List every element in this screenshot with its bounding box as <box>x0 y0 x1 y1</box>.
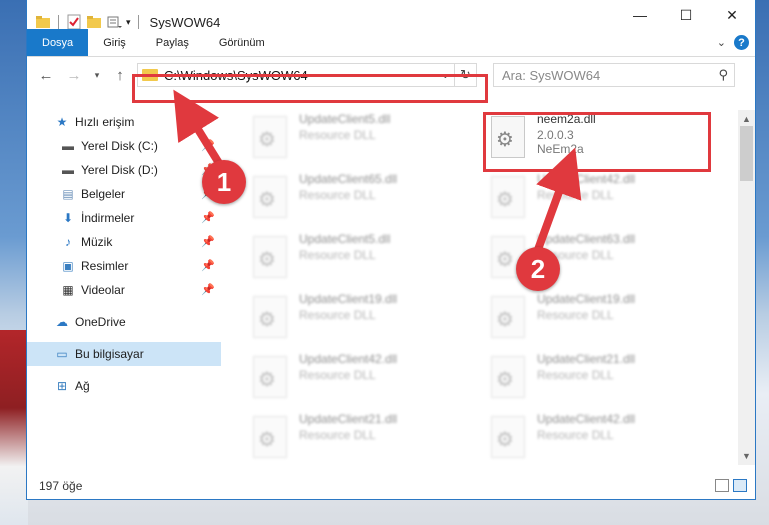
toolbar-separator <box>58 15 59 29</box>
sidebar-item-documents[interactable]: ▤Belgeler📌 <box>27 182 221 206</box>
computer-icon: ▭ <box>56 347 68 361</box>
recent-locations-icon[interactable]: ▾ <box>91 64 103 86</box>
sidebar-item-downloads[interactable]: ⬇ İndirmeler 📌 <box>27 206 221 230</box>
status-bar: 197 öğe <box>27 473 755 499</box>
dll-file-icon: ⚙ <box>491 416 525 458</box>
pin-icon[interactable]: 📌 <box>201 235 215 248</box>
chevron-down-icon[interactable]: ⌄ <box>717 36 726 49</box>
window-controls: — ☐ ✕ <box>617 0 755 30</box>
new-folder-icon[interactable] <box>86 14 102 30</box>
dll-file-icon: ⚙ <box>253 416 287 458</box>
sidebar-item-onedrive[interactable]: ☁ OneDrive <box>27 310 221 334</box>
up-arrow-icon[interactable]: ↑ <box>109 64 131 86</box>
dll-file-icon: ⚙ <box>491 296 525 338</box>
search-placeholder: Ara: SysWOW64 <box>502 67 601 83</box>
sidebar-item-videos[interactable]: ▦ Videolar 📌 <box>27 278 221 302</box>
tab-file[interactable]: Dosya <box>27 29 89 56</box>
search-input[interactable]: Ara: SysWOW64 ⚲ <box>493 63 735 87</box>
details-view-icon[interactable] <box>715 479 729 492</box>
dll-file-icon: ⚙ <box>491 176 525 218</box>
network-icon: ⊞ <box>56 379 68 393</box>
picture-icon: ▣ <box>62 259 74 273</box>
pin-icon[interactable]: 📌 <box>201 259 215 272</box>
file-item[interactable]: ⚙ UpdateClient19.dll Resource DLL <box>249 292 479 348</box>
sidebar-item-pictures[interactable]: ▣ Resimler 📌 <box>27 254 221 278</box>
sidebar-item-music[interactable]: ♪ Müzik 📌 <box>27 230 221 254</box>
drive-icon: ▬ <box>62 163 74 177</box>
item-count: 197 öğe <box>39 479 83 493</box>
sidebar-item-disk-d[interactable]: ▬Yerel Disk (D:)📌 <box>27 158 221 182</box>
step-marker-2: 2 <box>516 247 560 291</box>
ribbon-right: ⌄ ? <box>717 35 749 50</box>
file-item[interactable]: ⚙ UpdateClient19.dll Resource DLL <box>487 292 717 348</box>
chevron-down-icon[interactable]: ▾ <box>126 17 131 28</box>
sidebar-item-quick-access[interactable]: ★ Hızlı erişim <box>27 110 221 134</box>
scroll-down-icon[interactable]: ▼ <box>742 451 751 461</box>
file-item[interactable]: ⚙ UpdateClient21.dll Resource DLL <box>249 412 479 468</box>
document-icon: ▤ <box>62 187 74 201</box>
pin-icon[interactable]: 📌 <box>201 139 215 152</box>
address-highlight-box <box>132 74 488 103</box>
dll-file-icon: ⚙ <box>491 356 525 398</box>
dll-file-icon: ⚙ <box>253 236 287 278</box>
search-icon[interactable]: ⚲ <box>718 67 728 83</box>
file-item[interactable]: ⚙ UpdateClient65.dll Resource DLL <box>249 172 479 228</box>
back-arrow-icon[interactable]: ← <box>35 64 57 86</box>
forward-arrow-icon[interactable]: → <box>63 64 85 86</box>
file-item[interactable]: ⚙ UpdateClient5.dll Resource DLL <box>249 232 479 288</box>
dll-file-icon: ⚙ <box>253 356 287 398</box>
navigation-pane: ★ Hızlı erişim ▬ Yerel Disk (C:) 📌 ▬ Yerel D… <box>27 110 221 465</box>
cloud-icon: ☁ <box>56 315 68 329</box>
minimize-button[interactable]: — <box>617 0 663 30</box>
video-icon: ▦ <box>62 283 74 297</box>
file-item[interactable]: ⚙ UpdateClient21.dll Resource DLL <box>487 352 717 408</box>
quick-access-toolbar: ▾ <box>27 14 142 30</box>
window-title: SysWOW64 <box>149 14 221 30</box>
view-switcher <box>715 479 747 492</box>
ribbon-tabs: Dosya Giriş Paylaş Görünüm ⌄ ? <box>27 29 755 57</box>
folder-icon <box>36 16 50 28</box>
toolbar-separator <box>137 15 139 29</box>
dll-file-icon: ⚙ <box>253 116 287 158</box>
tab-share[interactable]: Paylaş <box>141 29 204 56</box>
music-icon: ♪ <box>65 235 71 249</box>
tab-home[interactable]: Giriş <box>88 29 141 56</box>
file-item[interactable]: ⚙ UpdateClient42.dll Resource DLL <box>487 412 717 468</box>
large-icons-view-icon[interactable] <box>733 479 747 492</box>
file-item[interactable]: ⚙ UpdateClient42.dll Resource DLL <box>249 352 479 408</box>
maximize-button[interactable]: ☐ <box>663 0 709 30</box>
properties-icon[interactable] <box>66 14 82 30</box>
sidebar-item-network[interactable]: ⊞ Ağ <box>27 374 221 398</box>
scroll-up-icon[interactable]: ▲ <box>742 114 751 124</box>
pin-icon[interactable]: 📌 <box>201 211 215 224</box>
scrollbar-thumb[interactable] <box>740 126 753 181</box>
customize-toolbar-icon[interactable] <box>106 14 122 30</box>
file-highlight-box <box>483 112 711 172</box>
step-marker-1: 1 <box>202 160 246 204</box>
tab-view[interactable]: Görünüm <box>204 29 280 56</box>
help-button[interactable]: ? <box>734 35 749 50</box>
desktop-background <box>0 330 28 525</box>
file-item[interactable]: ⚙ UpdateClient5.dll Resource DLL <box>249 112 479 168</box>
dll-file-icon: ⚙ <box>253 176 287 218</box>
close-button[interactable]: ✕ <box>709 0 755 30</box>
sidebar-item-disk-c[interactable]: ▬ Yerel Disk (C:) 📌 <box>27 134 221 158</box>
star-icon: ★ <box>56 115 68 129</box>
download-icon: ⬇ <box>62 211 74 225</box>
drive-icon: ▬ <box>62 139 74 153</box>
file-item[interactable]: ⚙ UpdateClient42.dll Resource DLL <box>487 172 717 228</box>
dll-file-icon: ⚙ <box>253 296 287 338</box>
sidebar-item-this-pc[interactable]: ▭ Bu bilgisayar <box>27 342 221 366</box>
vertical-scrollbar[interactable]: ▲ ▼ <box>738 110 755 465</box>
pin-icon[interactable]: 📌 <box>201 283 215 296</box>
